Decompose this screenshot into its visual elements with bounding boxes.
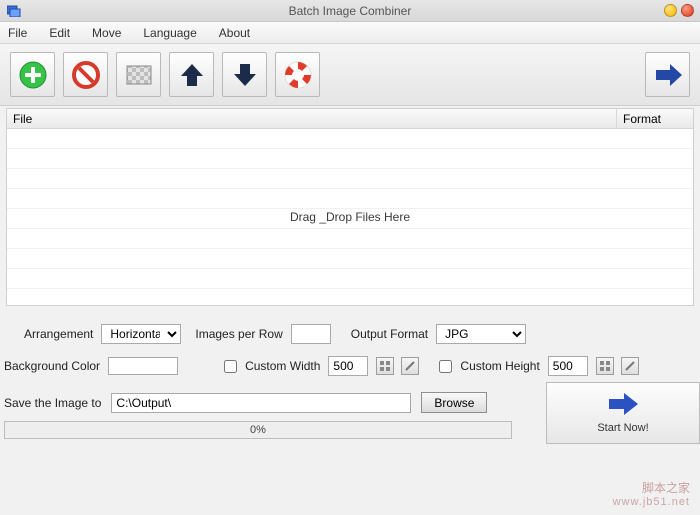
file-grid-header: File Format (7, 109, 693, 129)
bg-color-swatch[interactable] (108, 357, 178, 375)
file-grid[interactable]: File Format Drag _Drop Files Here (6, 108, 694, 306)
menu-about[interactable]: About (219, 26, 250, 40)
width-grid-icon[interactable] (376, 357, 394, 375)
custom-height-label: Custom Height (460, 359, 539, 373)
height-diag-icon[interactable] (621, 357, 639, 375)
drop-hint: Drag _Drop Files Here (290, 210, 410, 224)
custom-width-input[interactable] (328, 356, 368, 376)
next-button[interactable] (645, 52, 690, 97)
close-button[interactable] (681, 4, 694, 17)
arrangement-label: Arrangement (24, 327, 93, 341)
images-per-row-label: Images per Row (195, 327, 282, 341)
save-path-input[interactable] (111, 393, 411, 413)
browse-button[interactable]: Browse (421, 392, 487, 413)
progress-text: 0% (5, 422, 511, 438)
output-format-label: Output Format (351, 327, 428, 341)
menu-file[interactable]: File (8, 26, 27, 40)
watermark: 脚本之家 www.jb51.net (613, 481, 690, 509)
remove-button[interactable] (63, 52, 108, 97)
width-diag-icon[interactable] (401, 357, 419, 375)
title-bar: Batch Image Combiner (0, 0, 700, 22)
menu-move[interactable]: Move (92, 26, 121, 40)
minimize-button[interactable] (664, 4, 677, 17)
custom-width-label: Custom Width (245, 359, 320, 373)
output-format-select[interactable]: JPG (436, 324, 526, 344)
file-grid-body[interactable]: Drag _Drop Files Here (7, 129, 693, 305)
start-button[interactable]: Start Now! (546, 382, 700, 444)
menu-language[interactable]: Language (143, 26, 196, 40)
window-title: Batch Image Combiner (0, 4, 700, 18)
bg-color-label: Background Color (4, 359, 100, 373)
start-label: Start Now! (597, 422, 648, 434)
save-path-label: Save the Image to (4, 396, 101, 410)
move-up-button[interactable] (169, 52, 214, 97)
help-button[interactable] (275, 52, 320, 97)
height-grid-icon[interactable] (596, 357, 614, 375)
transparency-button[interactable] (116, 52, 161, 97)
toolbar (0, 44, 700, 106)
move-down-button[interactable] (222, 52, 267, 97)
column-file[interactable]: File (7, 109, 617, 128)
menu-bar: File Edit Move Language About (0, 22, 700, 44)
add-button[interactable] (10, 52, 55, 97)
custom-height-input[interactable] (548, 356, 588, 376)
images-per-row-input[interactable] (291, 324, 331, 344)
column-format[interactable]: Format (617, 109, 693, 128)
menu-edit[interactable]: Edit (49, 26, 70, 40)
progress-bar: 0% (4, 421, 512, 439)
custom-height-checkbox[interactable] (439, 360, 452, 373)
custom-width-checkbox[interactable] (224, 360, 237, 373)
arrangement-select[interactable]: Horizontal (101, 324, 181, 344)
